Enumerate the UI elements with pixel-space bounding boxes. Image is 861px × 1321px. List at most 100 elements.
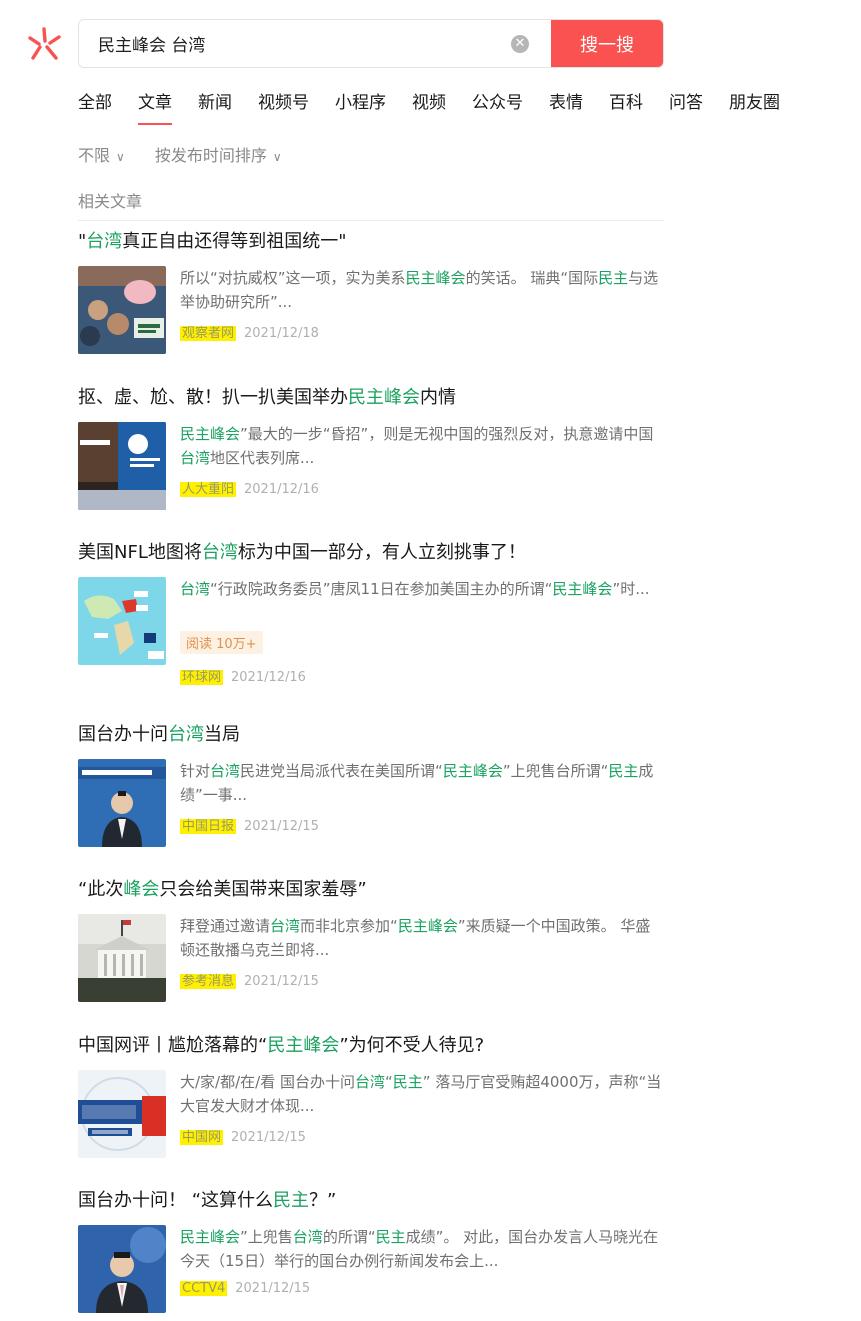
result-text: 针对台湾民进党当局派代表在美国所谓“民主峰会”上兜售台所谓“民主成绩”一事...… [180,759,664,834]
result-snippet: 大/家/都/在/看 国台办十问台湾“民主” 落马厅官受贿超4000万，声称“当大… [180,1070,664,1118]
category-tabs: 全部 文章 新闻 视频号 小程序 视频 公众号 表情 百科 问答 朋友圈 [78,88,806,125]
highlight-keyword: 台湾 [180,449,211,467]
thumbnail-image[interactable] [78,1225,166,1313]
thumbnail-image[interactable] [78,577,166,665]
result-body: 拜登通过邀请台湾而非北京参加“民主峰会”来质疑一个中国政策。 华盛顿还散播乌克兰… [78,914,664,1002]
highlight-keyword: 民主峰会 [180,425,241,443]
tab-item[interactable]: 公众号 [472,88,523,125]
text-segment: 只会给美国带来国家羞辱” [159,879,367,900]
time-filter-dropdown[interactable]: 不限 ∨ [78,142,125,166]
result-item[interactable]: 抠、虚、尬、散！扒一扒美国举办民主峰会内情 民主峰会”最大的一步“昏招”，则是无… [78,386,664,510]
source-name[interactable]: 人大重阳 [180,482,237,497]
highlight-keyword: 台湾 [354,1073,385,1091]
result-body: 台湾“行政院政务委员”唐凤11日在参加美国主办的所谓“民主峰会”时... 阅读 1… [78,577,664,685]
result-text: 台湾“行政院政务委员”唐凤11日在参加美国主办的所谓“民主峰会”时... 阅读 1… [180,577,664,685]
tab-item[interactable]: 表情 [549,88,583,125]
thumbnail-image[interactable] [78,759,166,847]
text-segment: 民进党当局派代表在美国所谓“ [240,762,443,780]
sort-filter-dropdown[interactable]: 按发布时间排序 ∨ [155,142,282,166]
section-title: 相关文章 [78,188,664,221]
result-title[interactable]: 中国网评丨尴尬落幕的“民主峰会”为何不受人待见? [78,1034,664,1058]
time-filter-label: 不限 [78,146,111,165]
thumbnail-image[interactable] [78,266,166,354]
tab-item[interactable]: 文章 [138,88,172,125]
result-meta: 中国网 2021/12/15 [180,1126,664,1145]
text-segment: ？” [309,1190,337,1211]
result-body: 民主峰会”上兜售台湾的所谓“民主成绩”。 对此，国台办发言人马晓光在今天（15日… [78,1225,664,1313]
result-body: 针对台湾民进党当局派代表在美国所谓“民主峰会”上兜售台所谓“民主成绩”一事...… [78,759,664,847]
publish-date: 2021/12/15 [244,974,319,989]
highlight-keyword: 台湾 [270,917,301,935]
result-meta: 人大重阳 2021/12/16 [180,478,664,497]
highlight-keyword: 民主峰会 [180,1228,241,1246]
highlight-keyword: 台湾 [292,1228,323,1246]
publish-date: 2021/12/16 [244,482,319,497]
result-meta: 环球网 2021/12/16 [180,666,664,685]
highlight-keyword: 民主峰会 [405,269,466,287]
highlight-keyword: 台湾 [210,762,241,780]
result-text: 民主峰会”最大的一步“昏招”，则是无视中国的强烈反对，执意邀请中国台湾地区代表列… [180,422,664,497]
result-item[interactable]: "台湾真正自由还得等到祖国统一" 所以“对抗威权”这一项，实为美系民主峰会的笑话… [78,230,664,354]
result-body: 民主峰会”最大的一步“昏招”，则是无视中国的强烈反对，执意邀请中国台湾地区代表列… [78,422,664,510]
tab-item[interactable]: 全部 [78,88,112,125]
highlight-keyword: 民主 [375,1228,406,1246]
source-name[interactable]: 观察者网 [180,326,237,341]
highlight-keyword: 民主 [608,762,639,780]
tab-item[interactable]: 朋友圈 [729,88,780,125]
highlight-keyword: 台湾 [86,231,123,252]
result-title[interactable]: “此次峰会只会给美国带来国家羞辱” [78,878,664,902]
result-title[interactable]: "台湾真正自由还得等到祖国统一" [78,230,664,254]
tab-item[interactable]: 视频 [412,88,446,125]
result-meta: CCTV4 2021/12/15 [180,1281,664,1296]
tab-item[interactable]: 百科 [609,88,643,125]
source-name[interactable]: 中国网 [180,1130,224,1145]
thumbnail-image[interactable] [78,1070,166,1158]
highlight-keyword: 民主峰会 [348,387,420,408]
thumbnail-image[interactable] [78,914,166,1002]
source-name[interactable]: CCTV4 [180,1281,228,1296]
highlight-keyword: 民主 [598,269,629,287]
result-text: 大/家/都/在/看 国台办十问台湾“民主” 落马厅官受贿超4000万，声称“当大… [180,1070,664,1145]
result-snippet: 拜登通过邀请台湾而非北京参加“民主峰会”来质疑一个中国政策。 华盛顿还散播乌克兰… [180,914,664,962]
publish-date: 2021/12/15 [244,819,319,834]
result-item[interactable]: 中国网评丨尴尬落幕的“民主峰会”为何不受人待见? 大/家/都/在/看 国台办十问… [78,1034,664,1158]
highlight-keyword: 民主峰会 [442,762,503,780]
result-snippet: 针对台湾民进党当局派代表在美国所谓“民主峰会”上兜售台所谓“民主成绩”一事... [180,759,664,807]
text-segment: 国台办十问！ “这算什么 [78,1190,274,1211]
text-segment: 针对 [180,762,211,780]
publish-date: 2021/12/16 [231,670,306,685]
close-circle-icon[interactable]: ✕ [511,34,529,53]
result-text: 民主峰会”上兜售台湾的所谓“民主成绩”。 对此，国台办发言人马晓光在今天（15日… [180,1225,664,1296]
tab-item[interactable]: 新闻 [198,88,232,125]
publish-date: 2021/12/15 [231,1130,306,1145]
source-name[interactable]: 环球网 [180,670,224,685]
thumbnail-image[interactable] [78,422,166,510]
source-name[interactable]: 中国日报 [180,819,237,834]
search-button[interactable]: 搜一搜 [551,20,663,67]
result-title[interactable]: 国台办十问！ “这算什么民主？” [78,1189,664,1213]
publish-date: 2021/12/18 [244,326,319,341]
source-name[interactable]: 参考消息 [180,974,237,989]
highlight-keyword: 民主 [392,1073,423,1091]
result-snippet: 民主峰会”上兜售台湾的所谓“民主成绩”。 对此，国台办发言人马晓光在今天（15日… [180,1225,664,1273]
result-item[interactable]: “此次峰会只会给美国带来国家羞辱” 拜登通过邀请台湾而非北京参加“民主峰会”来质… [78,878,664,1002]
result-title[interactable]: 美国NFL地图将台湾标为中国一部分，有人立刻挑事了！ [78,541,664,565]
highlight-keyword: 台湾 [168,724,204,745]
text-segment: 抠、虚、尬、散！扒一扒美国举办 [78,387,348,408]
result-title[interactable]: 国台办十问台湾当局 [78,723,664,747]
highlight-keyword: 民主 [273,1190,310,1211]
text-segment: 标为中国一部分，有人立刻挑事了！ [237,542,526,563]
result-item[interactable]: 美国NFL地图将台湾标为中国一部分，有人立刻挑事了！ 台湾“行政院政务委员”唐凤… [78,541,664,685]
result-item[interactable]: 国台办十问！ “这算什么民主？” 民主峰会”上兜售台湾的所谓“民主成绩”。 对此… [78,1189,664,1313]
tab-item[interactable]: 小程序 [335,88,386,125]
result-item[interactable]: 国台办十问台湾当局 针对台湾民进党当局派代表在美国所谓“民主峰会”上兜售台所谓“… [78,723,664,847]
sort-filter-label: 按发布时间排序 [154,146,267,165]
tab-item[interactable]: 问答 [669,88,703,125]
result-meta: 中国日报 2021/12/15 [180,815,664,834]
result-body: 大/家/都/在/看 国台办十问台湾“民主” 落马厅官受贿超4000万，声称“当大… [78,1070,664,1158]
search-input[interactable] [79,20,511,67]
read-count-badge: 阅读 10万+ [180,631,263,654]
result-title[interactable]: 抠、虚、尬、散！扒一扒美国举办民主峰会内情 [78,386,664,410]
tab-item[interactable]: 视频号 [258,88,309,125]
text-segment: “行政院政务委员”唐凤11日在参加美国主办的所谓“ [210,580,553,598]
